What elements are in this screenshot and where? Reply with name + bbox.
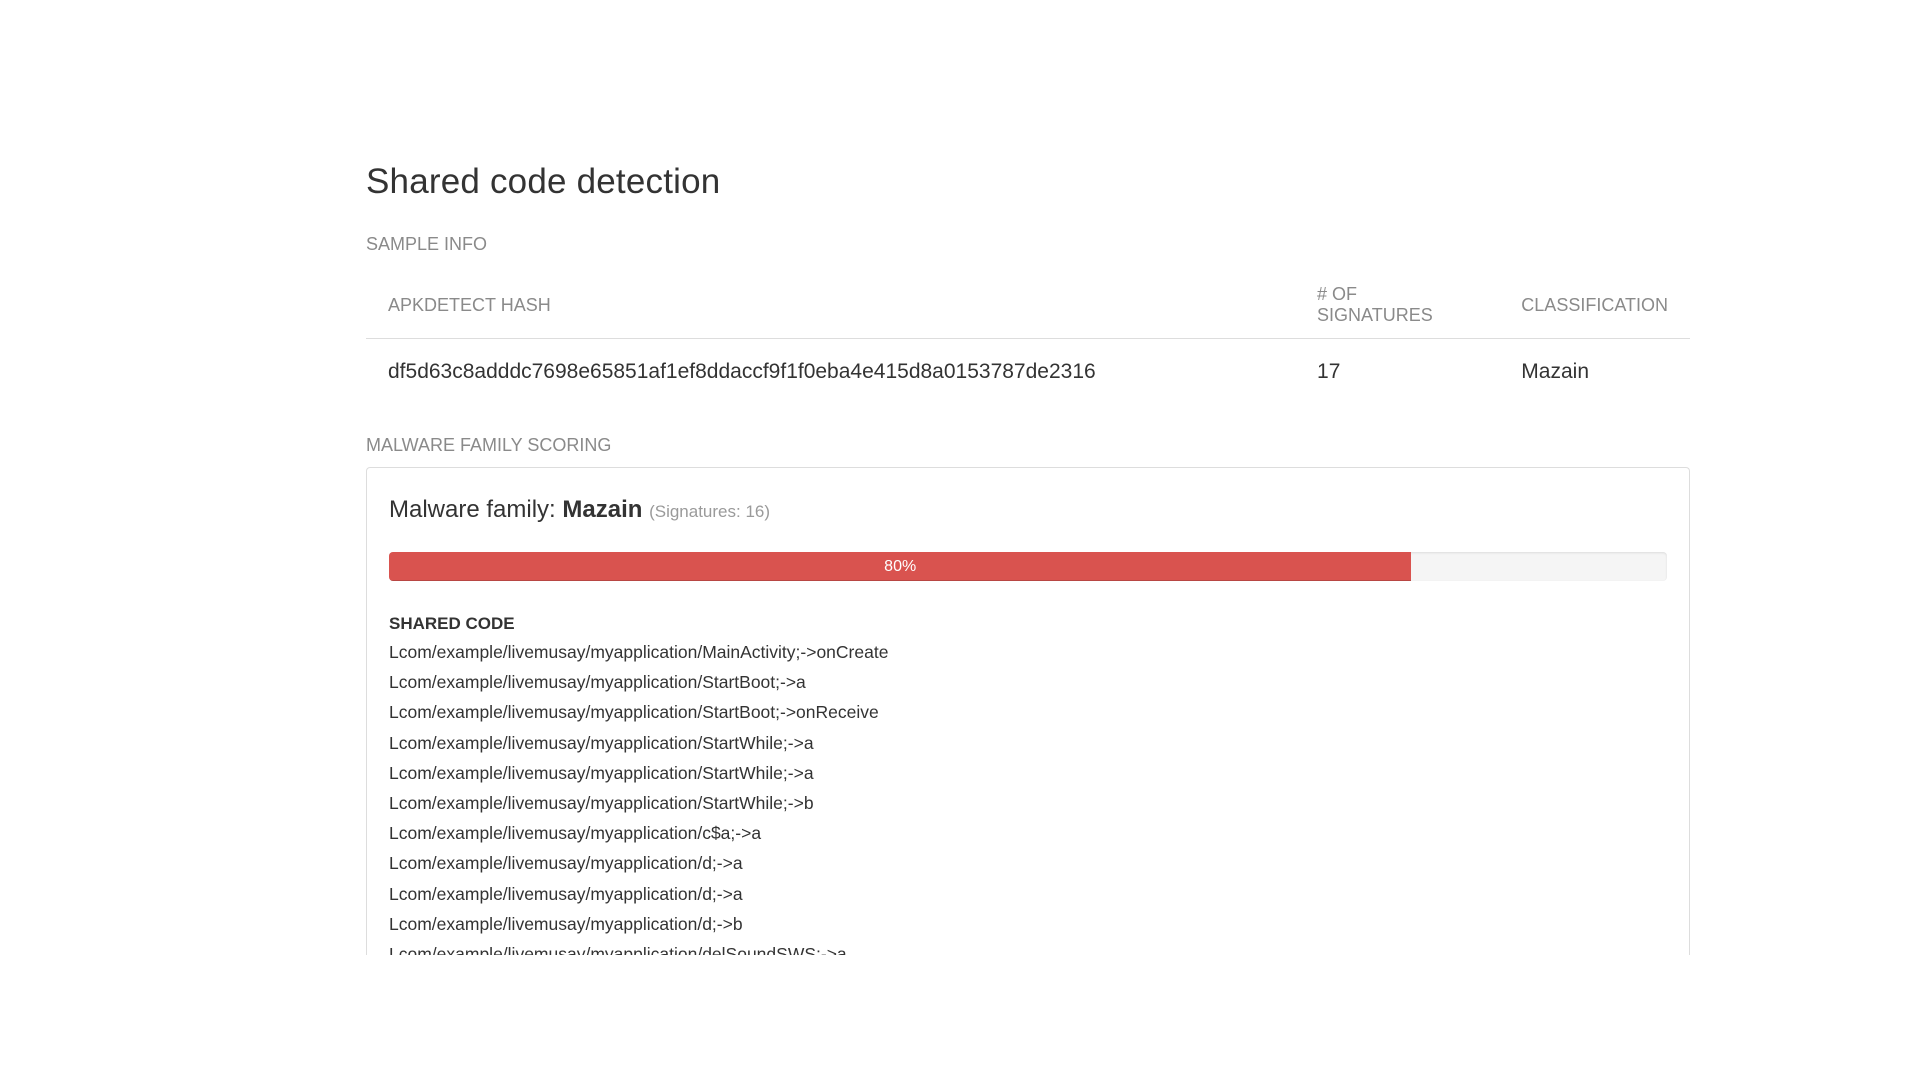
malware-family-scoring-label: MALWARE FAMILY SCORING — [366, 435, 612, 455]
shared-code-list: Lcom/example/livemusay/myapplication/Mai… — [389, 637, 1667, 955]
list-item: Lcom/example/livemusay/myapplication/d;-… — [389, 883, 743, 904]
score-progress-fill: 80% — [389, 552, 1412, 581]
list-item: Lcom/example/livemusay/myapplication/c$a… — [389, 823, 762, 844]
list-item: Lcom/example/livemusay/myapplication/Sta… — [389, 732, 814, 753]
signatures-column-header: # OF SIGNATURES — [1295, 270, 1500, 339]
shared-code-heading: SHARED CODE — [389, 614, 515, 633]
hash-column-header: APKDETECT HASH — [366, 270, 1296, 339]
classification-column-header: CLASSIFICATION — [1499, 270, 1690, 339]
list-item: Lcom/example/livemusay/myapplication/Mai… — [389, 642, 889, 662]
signatures-cell: 17 — [1317, 360, 1341, 383]
list-item: Lcom/example/livemusay/myapplication/del… — [389, 944, 847, 955]
family-signatures-count: (Signatures: 16) — [649, 502, 771, 521]
list-item: Lcom/example/livemusay/myapplication/Sta… — [389, 672, 806, 693]
malware-family-panel: Malware family: Mazain (Signatures: 16) … — [366, 467, 1690, 955]
sample-info-header-row: APKDETECT HASH # OF SIGNATURES CLASSIFIC… — [366, 270, 1690, 339]
sample-info-label: SAMPLE INFO — [366, 234, 488, 254]
list-item: Lcom/example/livemusay/myapplication/d;-… — [389, 913, 743, 934]
list-item: Lcom/example/livemusay/myapplication/d;-… — [389, 853, 743, 874]
classification-cell: Mazain — [1521, 360, 1589, 383]
main-content: Shared code detection SAMPLE INFO APKDET… — [366, 156, 1690, 955]
list-item: Lcom/example/livemusay/myapplication/Sta… — [389, 793, 814, 814]
page-title: Shared code detection — [366, 162, 721, 201]
list-item: Lcom/example/livemusay/myapplication/Sta… — [389, 762, 814, 783]
hash-cell: df5d63c8adddc7698e65851af1ef8ddaccf9f1f0… — [388, 360, 1096, 383]
family-name: Mazain — [562, 496, 643, 523]
family-prefix: Malware family: — [389, 496, 563, 523]
page: Shared code detection SAMPLE INFO APKDET… — [0, 0, 1920, 1080]
sample-info-table: APKDETECT HASH # OF SIGNATURES CLASSIFIC… — [366, 270, 1690, 405]
score-progress-bar: 80% — [389, 552, 1667, 581]
family-heading: Malware family: Mazain (Signatures: 16) — [389, 494, 1667, 528]
list-item: Lcom/example/livemusay/myapplication/Sta… — [389, 702, 879, 723]
table-row: df5d63c8adddc7698e65851af1ef8ddaccf9f1f0… — [366, 339, 1690, 406]
